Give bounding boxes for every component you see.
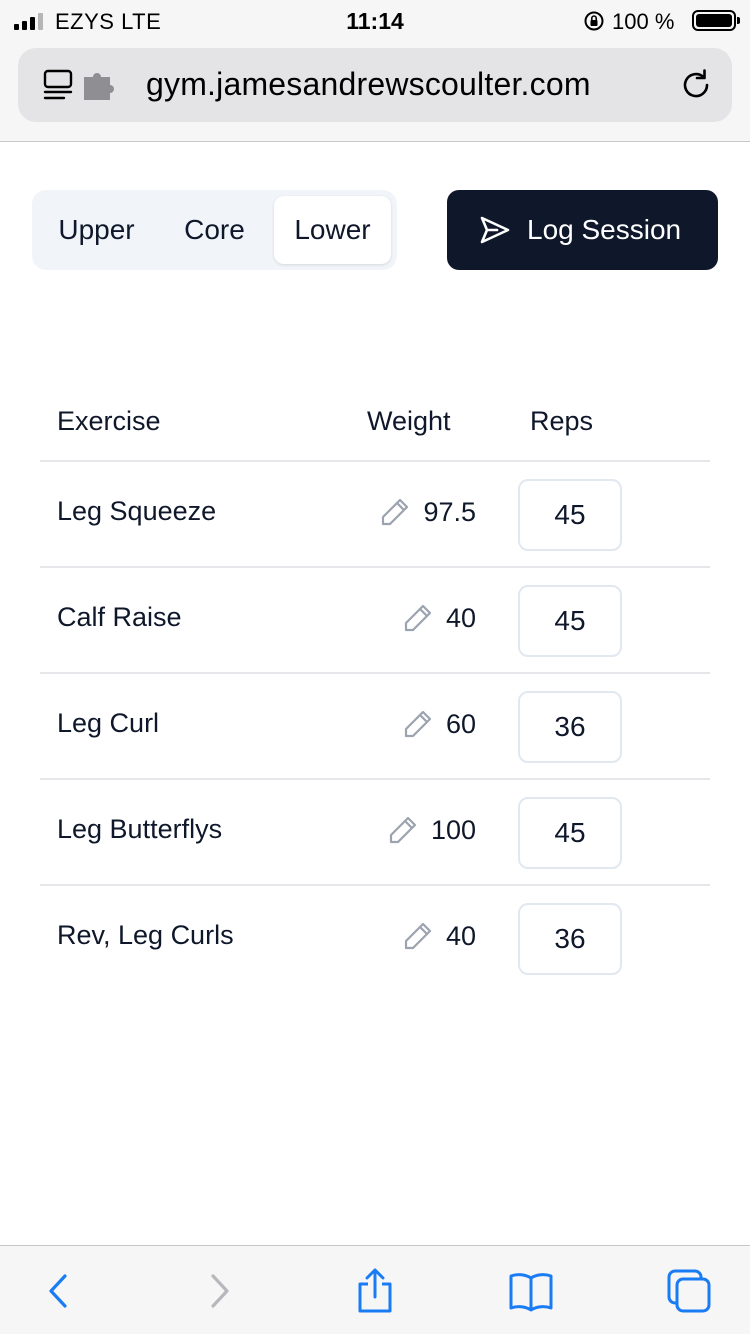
- weight-value: 40: [445, 602, 476, 633]
- table-row: Leg Squeeze 97.5 45: [40, 462, 710, 568]
- exercise-name: Leg Squeeze: [57, 496, 217, 526]
- status-bar: EZYS LTE 11:14 100 %: [0, 0, 750, 42]
- tab-lower[interactable]: Lower: [274, 196, 391, 264]
- reps-input[interactable]: 36: [518, 691, 622, 763]
- extension-puzzle-icon[interactable]: [82, 68, 118, 102]
- weight-cell[interactable]: 97.5: [379, 496, 476, 528]
- battery-percentage: 100 %: [612, 9, 675, 34]
- tab-upper[interactable]: Upper: [40, 196, 153, 264]
- battery-icon: [692, 10, 740, 31]
- weight-value: 97.5: [423, 496, 476, 527]
- weight-cell[interactable]: 60: [402, 708, 476, 740]
- table-row: Leg Curl 60 36: [40, 674, 710, 780]
- bookmarks-icon[interactable]: [508, 1268, 554, 1314]
- browser-toolbar: [0, 1245, 750, 1334]
- reps-input[interactable]: 36: [518, 903, 622, 975]
- workout-segmented-control: Upper Core Lower: [32, 190, 397, 270]
- weight-value: 40: [445, 920, 476, 951]
- reps-input[interactable]: 45: [518, 479, 622, 551]
- share-icon[interactable]: [352, 1268, 398, 1314]
- reader-mode-icon[interactable]: [42, 68, 76, 102]
- header-exercise: Exercise: [57, 406, 161, 436]
- tab-core[interactable]: Core: [159, 196, 270, 264]
- pencil-icon[interactable]: [402, 708, 434, 740]
- log-session-label: Log Session: [527, 214, 682, 245]
- browser-address-area: gym.jamesandrewscoulter.com: [0, 42, 750, 142]
- weight-value: 100: [430, 814, 476, 845]
- back-icon[interactable]: [35, 1268, 81, 1314]
- forward-icon[interactable]: [197, 1268, 243, 1314]
- reps-input[interactable]: 45: [518, 585, 622, 657]
- table-row: Calf Raise 40 45: [40, 568, 710, 674]
- exercise-name: Leg Butterflys: [57, 814, 223, 844]
- header-reps: Reps: [530, 406, 594, 436]
- exercise-table: Exercise Weight Reps Leg Squeeze 97.5 45…: [40, 382, 710, 992]
- pencil-icon[interactable]: [379, 496, 411, 528]
- address-bar[interactable]: gym.jamesandrewscoulter.com: [18, 48, 732, 122]
- table-row: Rev, Leg Curls 40 36: [40, 886, 710, 992]
- reps-input[interactable]: 45: [518, 797, 622, 869]
- exercise-name: Calf Raise: [57, 602, 182, 632]
- tabs-icon[interactable]: [666, 1268, 712, 1314]
- weight-cell[interactable]: 100: [387, 814, 476, 846]
- exercise-name: Rev, Leg Curls: [57, 920, 234, 950]
- table-row: Leg Butterflys 100 45: [40, 780, 710, 886]
- orientation-lock-icon: [584, 11, 604, 31]
- weight-value: 60: [445, 708, 476, 739]
- pencil-icon[interactable]: [402, 920, 434, 952]
- url-text[interactable]: gym.jamesandrewscoulter.com: [146, 66, 591, 103]
- table-header: Exercise Weight Reps: [40, 382, 710, 462]
- header-weight: Weight: [367, 406, 451, 436]
- send-icon: [480, 216, 510, 244]
- pencil-icon[interactable]: [387, 814, 419, 846]
- exercise-name: Leg Curl: [57, 708, 160, 738]
- reload-icon[interactable]: [678, 67, 714, 103]
- log-session-button[interactable]: Log Session: [447, 190, 718, 270]
- weight-cell[interactable]: 40: [402, 602, 476, 634]
- pencil-icon[interactable]: [402, 602, 434, 634]
- weight-cell[interactable]: 40: [402, 920, 476, 952]
